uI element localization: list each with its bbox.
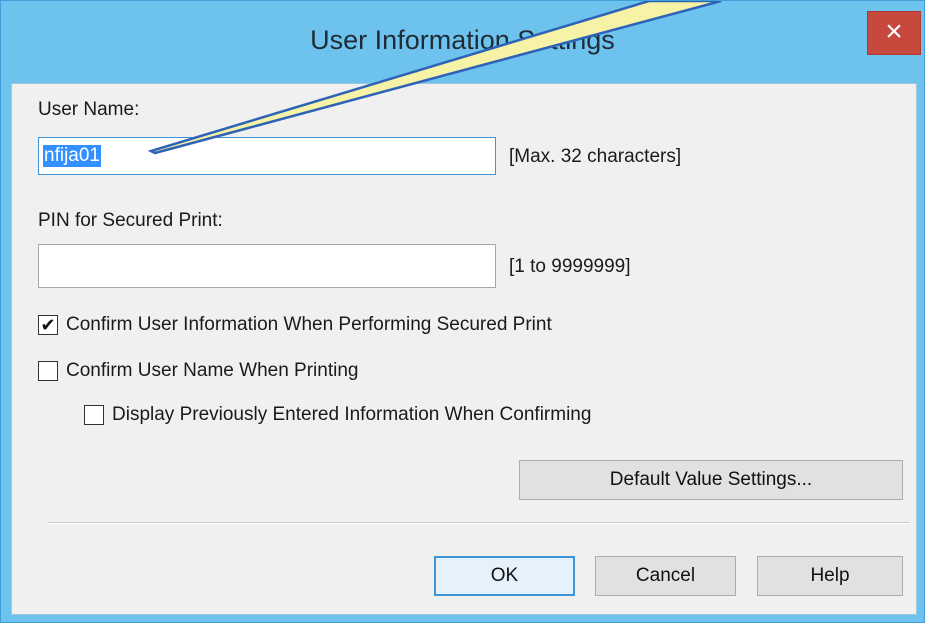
display-previous-info-checkbox[interactable]: Display Previously Entered Information W…: [84, 404, 591, 426]
checkbox-label: Display Previously Entered Information W…: [112, 404, 592, 425]
confirm-user-info-checkbox[interactable]: ✔ Confirm User Information When Performi…: [38, 314, 552, 336]
default-value-settings-button[interactable]: Default Value Settings...: [519, 460, 903, 500]
pin-input[interactable]: [38, 244, 496, 288]
dialog-window: User Information Settings × User Name: n…: [0, 0, 925, 623]
checkbox-box[interactable]: ✔: [38, 315, 58, 335]
ok-button[interactable]: OK: [434, 556, 575, 596]
checkbox-box[interactable]: [38, 361, 58, 381]
title-bar[interactable]: User Information Settings ×: [1, 1, 924, 83]
checkbox-box[interactable]: [84, 405, 104, 425]
dialog-title: User Information Settings: [310, 25, 615, 55]
pin-hint: [1 to 9999999]: [509, 256, 631, 277]
user-name-label: User Name:: [38, 99, 140, 120]
help-button[interactable]: Help: [757, 556, 903, 596]
checkbox-label: Confirm User Name When Printing: [66, 360, 359, 381]
cancel-button[interactable]: Cancel: [595, 556, 736, 596]
user-name-hint: [Max. 32 characters]: [509, 146, 682, 167]
user-name-input[interactable]: nfija01: [38, 137, 496, 175]
user-name-value: nfija01: [43, 145, 101, 167]
separator: [48, 522, 910, 524]
confirm-user-name-checkbox[interactable]: Confirm User Name When Printing: [38, 360, 358, 382]
dialog-body: User Name: nfija01 [Max. 32 characters] …: [11, 83, 917, 615]
checkbox-label: Confirm User Information When Performing…: [66, 314, 552, 335]
pin-label: PIN for Secured Print:: [38, 210, 223, 231]
close-icon: ×: [885, 15, 903, 48]
close-button[interactable]: ×: [867, 11, 921, 55]
